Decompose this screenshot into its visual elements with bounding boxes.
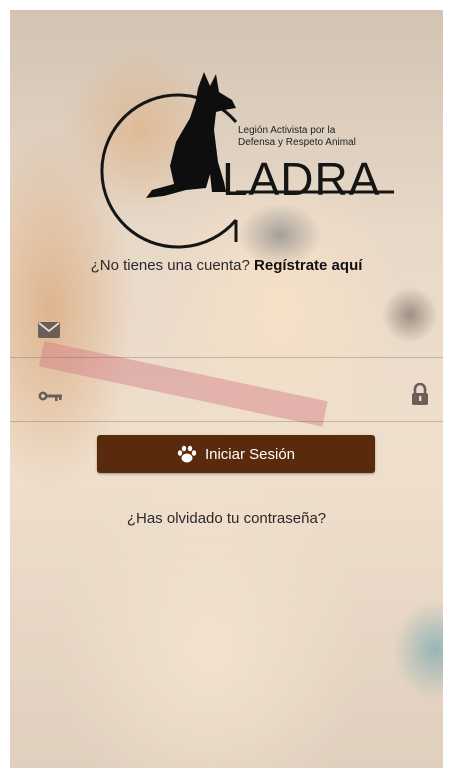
password-field[interactable] — [10, 365, 443, 422]
forgot-password-link[interactable]: ¿Has olvidado tu contraseña? — [10, 510, 443, 527]
logo-subtitle-line2: Defensa y Respeto Animal — [238, 137, 356, 148]
envelope-icon — [38, 322, 60, 338]
lock-icon[interactable] — [411, 383, 429, 405]
register-prompt: ¿No tienes una cuenta? Regístrate aquí — [10, 257, 443, 274]
password-input[interactable] — [72, 377, 396, 409]
login-screen: Legión Activista por la Defensa y Respet… — [10, 10, 443, 768]
key-icon — [38, 391, 62, 401]
email-field[interactable] — [10, 301, 443, 358]
logo-subtitle-line1: Legión Activista por la — [238, 125, 336, 136]
ladra-logo: Legión Activista por la Defensa y Respet… — [86, 70, 398, 250]
email-input[interactable] — [72, 313, 396, 345]
logo-wordmark: LADRA — [222, 153, 381, 205]
register-link[interactable]: Regístrate aquí — [254, 257, 362, 274]
paw-icon — [177, 445, 197, 463]
register-prompt-text: ¿No tienes una cuenta? — [90, 257, 250, 274]
login-button-label: Iniciar Sesión — [204, 445, 296, 463]
login-button[interactable]: Iniciar Sesión — [97, 435, 375, 473]
